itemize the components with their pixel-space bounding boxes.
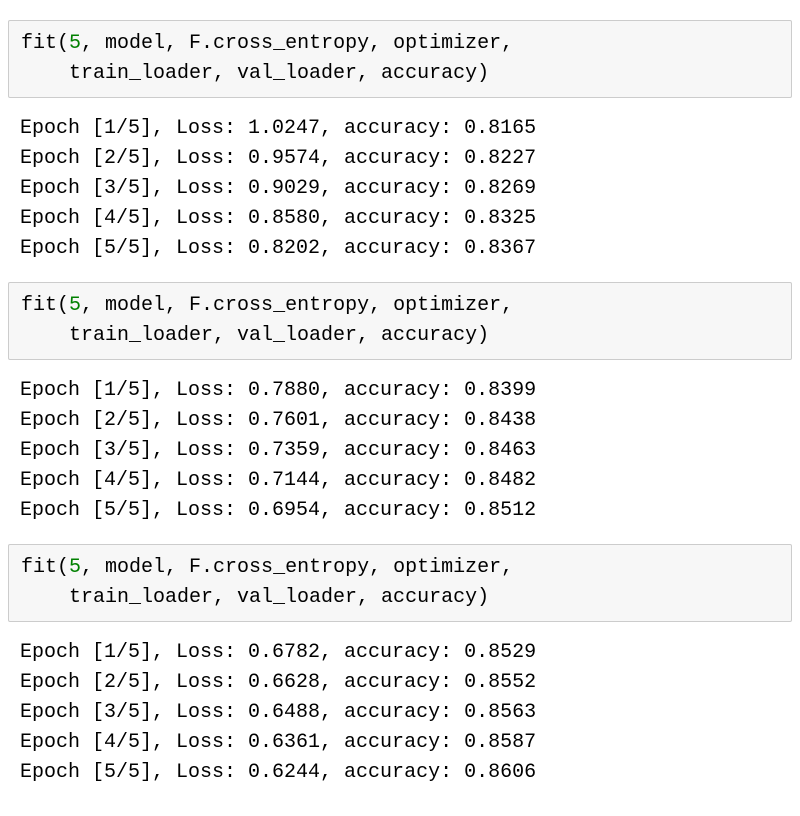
code-prefix: fit( — [21, 32, 69, 55]
code-prefix: fit( — [21, 556, 69, 579]
code-cell: fit(5, model, F.cross_entropy, optimizer… — [8, 20, 792, 98]
code-number-literal: 5 — [69, 32, 81, 55]
output-line: Epoch [2/5], Loss: 0.6628, accuracy: 0.8… — [20, 671, 536, 694]
output-line: Epoch [2/5], Loss: 0.9574, accuracy: 0.8… — [20, 147, 536, 170]
code-rest1: , model, F.cross_entropy, optimizer, — [81, 556, 513, 579]
output-line: Epoch [2/5], Loss: 0.7601, accuracy: 0.8… — [20, 409, 536, 432]
output-line: Epoch [4/5], Loss: 0.7144, accuracy: 0.8… — [20, 469, 536, 492]
output-line: Epoch [1/5], Loss: 0.7880, accuracy: 0.8… — [20, 379, 536, 402]
output-line: Epoch [4/5], Loss: 0.6361, accuracy: 0.8… — [20, 731, 536, 754]
code-line2: train_loader, val_loader, accuracy) — [21, 324, 489, 347]
output-line: Epoch [3/5], Loss: 0.6488, accuracy: 0.8… — [20, 701, 536, 724]
output-line: Epoch [4/5], Loss: 0.8580, accuracy: 0.8… — [20, 207, 536, 230]
code-number-literal: 5 — [69, 294, 81, 317]
output-block: Epoch [1/5], Loss: 0.7880, accuracy: 0.8… — [8, 370, 792, 532]
output-line: Epoch [5/5], Loss: 0.8202, accuracy: 0.8… — [20, 237, 536, 260]
output-line: Epoch [5/5], Loss: 0.6244, accuracy: 0.8… — [20, 761, 536, 784]
code-rest1: , model, F.cross_entropy, optimizer, — [81, 294, 513, 317]
output-line: Epoch [3/5], Loss: 0.9029, accuracy: 0.8… — [20, 177, 536, 200]
output-line: Epoch [1/5], Loss: 0.6782, accuracy: 0.8… — [20, 641, 536, 664]
output-line: Epoch [1/5], Loss: 1.0247, accuracy: 0.8… — [20, 117, 536, 140]
code-line2: train_loader, val_loader, accuracy) — [21, 62, 489, 85]
code-line2: train_loader, val_loader, accuracy) — [21, 586, 489, 609]
output-block: Epoch [1/5], Loss: 0.6782, accuracy: 0.8… — [8, 632, 792, 794]
code-number-literal: 5 — [69, 556, 81, 579]
output-line: Epoch [3/5], Loss: 0.7359, accuracy: 0.8… — [20, 439, 536, 462]
output-block: Epoch [1/5], Loss: 1.0247, accuracy: 0.8… — [8, 108, 792, 270]
code-cell: fit(5, model, F.cross_entropy, optimizer… — [8, 282, 792, 360]
code-rest1: , model, F.cross_entropy, optimizer, — [81, 32, 513, 55]
output-line: Epoch [5/5], Loss: 0.6954, accuracy: 0.8… — [20, 499, 536, 522]
code-prefix: fit( — [21, 294, 69, 317]
code-cell: fit(5, model, F.cross_entropy, optimizer… — [8, 544, 792, 622]
